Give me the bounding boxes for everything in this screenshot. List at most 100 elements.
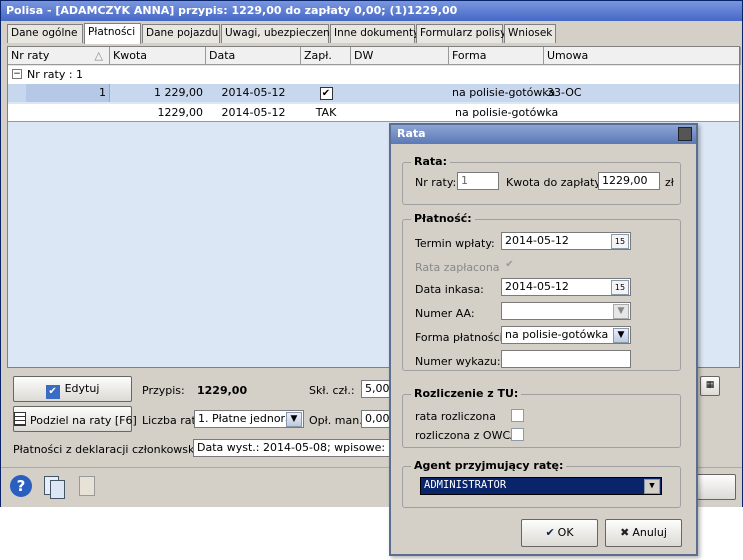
numer-aa-select[interactable]: ▼ <box>501 302 631 320</box>
rozliczona-owca-label: rozliczona z OWCA <box>415 429 518 442</box>
przypis-value: 1229,00 <box>197 384 248 397</box>
grid-header: Nr raty △ Kwota Data Zapł. DW Forma Umowa <box>8 47 741 65</box>
przypis-label: Przypis: <box>142 384 185 397</box>
checkmark-icon: ✔ <box>545 526 555 539</box>
forma-label: Forma płatności: <box>415 331 507 344</box>
cell-data: 2014-05-12 <box>221 86 286 99</box>
skl-field[interactable]: 5,00 <box>361 380 391 398</box>
liczba-rat-value: 1. Płatne jednoraz <box>198 412 298 425</box>
window-title: Polisa - [ADAMCZYK ANNA] przypis: 1229,0… <box>1 1 742 21</box>
cell-forma: na polisie-gotówka <box>452 86 556 99</box>
help-icon[interactable]: ? <box>10 475 32 497</box>
tab-wniosek[interactable]: Wniosek <box>504 24 556 43</box>
deklaracja-label: Płatności z deklaracji członkowskiej: <box>13 443 211 456</box>
dialog-title: Rata <box>391 125 696 144</box>
col-data[interactable]: Data <box>206 47 301 65</box>
platnosc-group: Płatność: Termin wpłaty: 2014-05-12 15 Ra… <box>402 212 681 371</box>
split-installments-button[interactable]: Podziel na raty [F6] <box>13 406 137 432</box>
close-icon: ✖ <box>620 526 630 539</box>
ok-label: OK <box>557 526 574 539</box>
numer-wykazu-field[interactable] <box>501 350 631 368</box>
summary-data: 2014-05-12 <box>221 106 286 119</box>
group-row[interactable]: − Nr raty : 1 <box>8 66 739 84</box>
copy-icon-back <box>50 480 65 499</box>
termin-label: Termin wpłaty: <box>415 237 495 250</box>
tab-dane-ogolne[interactable]: Dane ogólne <box>7 24 83 43</box>
split-button-label: Podziel na raty [F6] <box>30 414 137 427</box>
rozliczona-owca-checkbox[interactable] <box>511 428 524 441</box>
tab-platnosci[interactable]: Płatności <box>84 23 141 44</box>
skl-label: Skł. czł.: <box>309 384 355 397</box>
data-inkasa-field[interactable]: 2014-05-12 15 <box>501 278 631 296</box>
nr-raty-label: Nr raty: <box>415 176 457 189</box>
calendar-icon[interactable]: 15 <box>611 234 629 249</box>
group-label: Nr raty : 1 <box>27 68 84 81</box>
cancel-label: Anuluj <box>632 526 667 539</box>
calendar-icon[interactable]: ▦ <box>700 376 720 396</box>
cancel-button[interactable]: ✖ Anuluj <box>605 519 682 547</box>
table-row[interactable]: 1 1 229,00 2014-05-12 ✔ na polisie-gotów… <box>8 84 739 102</box>
agent-group: Agent przyjmujący ratę: ADMINISTRATOR ▼ <box>402 459 681 508</box>
rata-rozliczona-label: rata rozliczona <box>415 410 496 423</box>
liczba-rat-select[interactable]: 1. Płatne jednoraz ▼ <box>194 410 304 428</box>
chevron-down-icon[interactable]: ▼ <box>286 412 302 427</box>
tab-dane-pojazdu[interactable]: Dane pojazdu <box>142 24 220 43</box>
chevron-down-icon[interactable]: ▼ <box>613 328 629 343</box>
sort-icon: △ <box>94 49 103 62</box>
summary-kwota: 1229,00 <box>157 106 204 119</box>
opl-field[interactable]: 0,00 <box>361 410 391 428</box>
col-umowa[interactable]: Umowa <box>544 47 741 65</box>
chevron-down-icon[interactable]: ▼ <box>644 479 660 494</box>
split-icon <box>14 412 26 426</box>
cell-zapl[interactable]: ✔ <box>301 84 351 102</box>
forma-select[interactable]: na polisie-gotówka ▼ <box>501 326 631 344</box>
currency-label: zł <box>665 176 674 189</box>
col-forma[interactable]: Forma <box>449 47 544 65</box>
summary-zapl: TAK <box>315 106 337 119</box>
summary-row: 1229,00 2014-05-12 TAK na polisie-gotówk… <box>8 104 739 122</box>
rata-group: Rata: Nr raty: 1 Kwota do zapłaty: 1229,… <box>402 155 681 205</box>
platnosc-group-title: Płatność: <box>411 212 475 225</box>
numer-wykazu-label: Numer wykazu: <box>415 355 501 368</box>
forma-value: na polisie-gotówka <box>505 328 609 341</box>
col-kwota[interactable]: Kwota <box>110 47 206 65</box>
kwota-field[interactable]: 1229,00 <box>598 172 660 190</box>
dialog-close-icon[interactable] <box>678 127 692 141</box>
agent-group-title: Agent przyjmujący ratę: <box>411 459 567 472</box>
nr-raty-field[interactable]: 1 <box>457 172 499 190</box>
rata-zaplacona-checkbox[interactable]: ✔ <box>503 259 516 272</box>
tab-formularz-polisy[interactable]: Formularz polisy <box>416 24 506 43</box>
cell-umowa: 33-OC <box>547 86 582 99</box>
col-dw[interactable]: DW <box>351 47 449 65</box>
check-icon: ✔ <box>45 385 60 399</box>
collapse-icon[interactable]: − <box>12 69 22 79</box>
rata-zaplacona-label: Rata zapłacona <box>415 261 500 274</box>
agent-value: ADMINISTRATOR <box>424 479 507 491</box>
tab-uwagi[interactable]: Uwagi, ubezpieczeni <box>221 24 333 43</box>
data-inkasa-label: Data inkasa: <box>415 283 484 296</box>
col-zapl[interactable]: Zapł. <box>301 47 351 65</box>
rata-group-title: Rata: <box>411 155 450 168</box>
edit-button[interactable]: ✔ Edytuj <box>13 376 132 402</box>
termin-field[interactable]: 2014-05-12 15 <box>501 232 631 250</box>
col-nr-raty[interactable]: Nr raty △ <box>8 47 110 65</box>
tab-inne-dokumenty[interactable]: Inne dokumenty <box>330 24 419 43</box>
opl-label: Opł. man.: <box>309 414 367 427</box>
cell-nr: 1 <box>26 84 110 102</box>
summary-forma: na polisie-gotówka <box>455 106 559 119</box>
paste-icon[interactable] <box>79 476 95 496</box>
agent-select[interactable]: ADMINISTRATOR ▼ <box>420 477 662 495</box>
rozliczenie-group-title: Rozliczenie z TU: <box>411 387 522 400</box>
calendar-icon-inkasa[interactable]: 15 <box>611 280 629 295</box>
paid-checkbox[interactable]: ✔ <box>319 87 333 100</box>
edit-button-label: Edytuj <box>64 382 100 395</box>
data-inkasa-value: 2014-05-12 <box>505 280 569 293</box>
chevron-down-icon[interactable]: ▼ <box>613 304 629 319</box>
rata-rozliczona-checkbox[interactable] <box>511 409 524 422</box>
ok-button[interactable]: ✔ OK <box>521 519 598 547</box>
termin-value: 2014-05-12 <box>505 234 569 247</box>
cell-kwota: 1 229,00 <box>154 86 203 99</box>
deklaracja-field[interactable]: Data wyst.: 2014-05-08; wpisowe: 10,00; <box>193 439 393 457</box>
rata-dialog: Rata Rata: Nr raty: 1 Kwota do zapłaty: … <box>389 123 698 556</box>
liczba-rat-label: Liczba rat: <box>142 414 200 427</box>
